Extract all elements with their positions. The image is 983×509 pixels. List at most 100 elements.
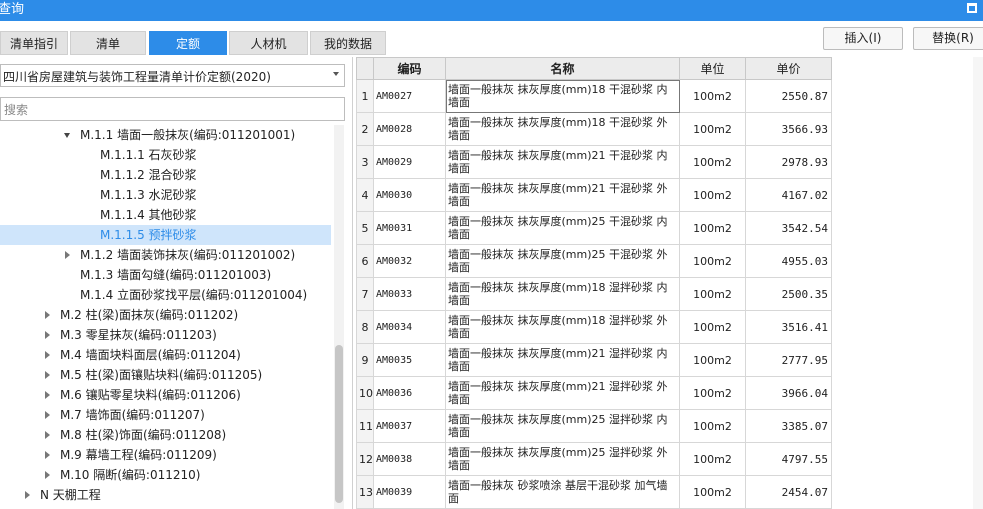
- table-row[interactable]: 4 AM0030 墙面一般抹灰 抹灰厚度(mm)21 干混砂浆 外墙面 100m2 41…: [356, 178, 832, 212]
- row-index[interactable]: 12: [356, 442, 374, 476]
- name-cell[interactable]: 墙面一般抹灰 抹灰厚度(mm)18 干混砂浆 内墙面: [445, 79, 680, 113]
- code-cell[interactable]: AM0029: [373, 145, 446, 179]
- collapse-arrow-icon[interactable]: [42, 365, 52, 385]
- header-unit[interactable]: 单位: [679, 57, 746, 80]
- code-cell[interactable]: AM0037: [373, 409, 446, 443]
- price-cell[interactable]: 2978.93: [745, 145, 832, 179]
- price-cell[interactable]: 3516.41: [745, 310, 832, 344]
- unit-cell[interactable]: 100m2: [679, 244, 746, 278]
- table-row[interactable]: 6 AM0032 墙面一般抹灰 抹灰厚度(mm)25 干混砂浆 外墙面 100m2 49…: [356, 244, 832, 278]
- table-row[interactable]: 2 AM0028 墙面一般抹灰 抹灰厚度(mm)18 干混砂浆 外墙面 100m2 35…: [356, 112, 832, 146]
- expand-arrow-icon[interactable]: [62, 125, 72, 145]
- collapse-arrow-icon[interactable]: [42, 385, 52, 405]
- tree-item[interactable]: M.1.4 立面砂浆找平层(编码:011201004): [0, 285, 331, 305]
- tree-item[interactable]: M.7 墙饰面(编码:011207): [0, 405, 331, 425]
- collapse-arrow-icon[interactable]: [62, 245, 72, 265]
- table-row[interactable]: 8 AM0034 墙面一般抹灰 抹灰厚度(mm)18 湿拌砂浆 外墙面 100m2 35…: [356, 310, 832, 344]
- collapse-arrow-icon[interactable]: [42, 305, 52, 325]
- tree-item[interactable]: M.1.1.2 混合砂浆: [0, 165, 331, 185]
- price-cell[interactable]: 2454.07: [745, 475, 832, 509]
- tree-item[interactable]: M.2 柱(梁)面抹灰(编码:011202): [0, 305, 331, 325]
- name-cell[interactable]: 墙面一般抹灰 抹灰厚度(mm)21 湿拌砂浆 外墙面: [445, 376, 680, 410]
- collapse-arrow-icon[interactable]: [42, 465, 52, 485]
- unit-cell[interactable]: 100m2: [679, 145, 746, 179]
- tree-item[interactable]: M.8 柱(梁)饰面(编码:011208): [0, 425, 331, 445]
- header-code[interactable]: 编码: [373, 57, 446, 80]
- tree-item[interactable]: M.1.1 墙面一般抹灰(编码:011201001): [0, 125, 331, 145]
- collapse-arrow-icon[interactable]: [42, 345, 52, 365]
- tab-quota[interactable]: 定额: [149, 31, 227, 55]
- price-cell[interactable]: 2550.87: [745, 79, 832, 113]
- collapse-arrow-icon[interactable]: [42, 405, 52, 425]
- price-cell[interactable]: 2500.35: [745, 277, 832, 311]
- unit-cell[interactable]: 100m2: [679, 376, 746, 410]
- tree-item[interactable]: M.6 镶贴零星块料(编码:011206): [0, 385, 331, 405]
- collapse-arrow-icon[interactable]: [42, 325, 52, 345]
- table-row[interactable]: 12 AM0038 墙面一般抹灰 抹灰厚度(mm)25 湿拌砂浆 外墙面 100m2 4…: [356, 442, 832, 476]
- code-cell[interactable]: AM0038: [373, 442, 446, 476]
- unit-cell[interactable]: 100m2: [679, 310, 746, 344]
- code-cell[interactable]: AM0036: [373, 376, 446, 410]
- price-cell[interactable]: 4167.02: [745, 178, 832, 212]
- price-cell[interactable]: 2777.95: [745, 343, 832, 377]
- row-index[interactable]: 7: [356, 277, 374, 311]
- tree-item[interactable]: M.5 柱(梁)面镶贴块料(编码:011205): [0, 365, 331, 385]
- tree-item[interactable]: M.9 幕墙工程(编码:011209): [0, 445, 331, 465]
- row-index[interactable]: 3: [356, 145, 374, 179]
- row-index[interactable]: 4: [356, 178, 374, 212]
- tab-bill-guide[interactable]: 清单指引: [0, 31, 68, 55]
- code-cell[interactable]: AM0030: [373, 178, 446, 212]
- name-cell[interactable]: 墙面一般抹灰 抹灰厚度(mm)25 湿拌砂浆 内墙面: [445, 409, 680, 443]
- replace-button[interactable]: 替换(R): [913, 27, 983, 50]
- unit-cell[interactable]: 100m2: [679, 343, 746, 377]
- tree-scroll-thumb[interactable]: [335, 345, 343, 503]
- code-cell[interactable]: AM0033: [373, 277, 446, 311]
- table-scrollbar[interactable]: [973, 57, 983, 509]
- code-cell[interactable]: AM0027: [373, 79, 446, 113]
- row-index[interactable]: 11: [356, 409, 374, 443]
- maximize-icon[interactable]: [967, 3, 977, 13]
- insert-button[interactable]: 插入(I): [823, 27, 903, 50]
- price-cell[interactable]: 3966.04: [745, 376, 832, 410]
- search-input[interactable]: [2, 100, 336, 120]
- table-row[interactable]: 1 AM0027 墙面一般抹灰 抹灰厚度(mm)18 干混砂浆 内墙面 100m2 25…: [356, 79, 832, 113]
- table-row[interactable]: 7 AM0033 墙面一般抹灰 抹灰厚度(mm)18 湿拌砂浆 内墙面 100m2 25…: [356, 277, 832, 311]
- header-price[interactable]: 单价: [745, 57, 832, 80]
- row-index[interactable]: 2: [356, 112, 374, 146]
- tree-scrollbar[interactable]: [334, 125, 344, 509]
- table-row[interactable]: 13 AM0039 墙面一般抹灰 砂浆喷涂 基层干混砂浆 加气墙面 100m2 2454…: [356, 475, 832, 509]
- tree-item[interactable]: M.10 隔断(编码:011210): [0, 465, 331, 485]
- row-index[interactable]: 10: [356, 376, 374, 410]
- tab-labor-material-machine[interactable]: 人材机: [229, 31, 308, 55]
- name-cell[interactable]: 墙面一般抹灰 抹灰厚度(mm)25 湿拌砂浆 外墙面: [445, 442, 680, 476]
- price-cell[interactable]: 3542.54: [745, 211, 832, 245]
- tree-item[interactable]: M.1.1.1 石灰砂浆: [0, 145, 331, 165]
- price-cell[interactable]: 3385.07: [745, 409, 832, 443]
- row-index[interactable]: 8: [356, 310, 374, 344]
- price-cell[interactable]: 3566.93: [745, 112, 832, 146]
- unit-cell[interactable]: 100m2: [679, 442, 746, 476]
- unit-cell[interactable]: 100m2: [679, 112, 746, 146]
- name-cell[interactable]: 墙面一般抹灰 抹灰厚度(mm)25 干混砂浆 内墙面: [445, 211, 680, 245]
- name-cell[interactable]: 墙面一般抹灰 抹灰厚度(mm)21 干混砂浆 内墙面: [445, 145, 680, 179]
- code-cell[interactable]: AM0039: [373, 475, 446, 509]
- table-row[interactable]: 10 AM0036 墙面一般抹灰 抹灰厚度(mm)21 湿拌砂浆 外墙面 100m2 3…: [356, 376, 832, 410]
- row-index[interactable]: 6: [356, 244, 374, 278]
- row-index[interactable]: 1: [356, 79, 374, 113]
- tree-item[interactable]: M.1.1.3 水泥砂浆: [0, 185, 331, 205]
- table-row[interactable]: 11 AM0037 墙面一般抹灰 抹灰厚度(mm)25 湿拌砂浆 内墙面 100m2 3…: [356, 409, 832, 443]
- unit-cell[interactable]: 100m2: [679, 409, 746, 443]
- row-index[interactable]: 9: [356, 343, 374, 377]
- tree-item[interactable]: N 天棚工程: [0, 485, 331, 505]
- code-cell[interactable]: AM0034: [373, 310, 446, 344]
- code-cell[interactable]: AM0035: [373, 343, 446, 377]
- name-cell[interactable]: 墙面一般抹灰 砂浆喷涂 基层干混砂浆 加气墙面: [445, 475, 680, 509]
- table-row[interactable]: 3 AM0029 墙面一般抹灰 抹灰厚度(mm)21 干混砂浆 内墙面 100m2 29…: [356, 145, 832, 179]
- tree-item[interactable]: M.1.2 墙面装饰抹灰(编码:011201002): [0, 245, 331, 265]
- code-cell[interactable]: AM0032: [373, 244, 446, 278]
- unit-cell[interactable]: 100m2: [679, 211, 746, 245]
- name-cell[interactable]: 墙面一般抹灰 抹灰厚度(mm)18 湿拌砂浆 外墙面: [445, 310, 680, 344]
- collapse-arrow-icon[interactable]: [22, 485, 32, 505]
- name-cell[interactable]: 墙面一般抹灰 抹灰厚度(mm)21 湿拌砂浆 内墙面: [445, 343, 680, 377]
- tree-item[interactable]: M.1.3 墙面勾缝(编码:011201003): [0, 265, 331, 285]
